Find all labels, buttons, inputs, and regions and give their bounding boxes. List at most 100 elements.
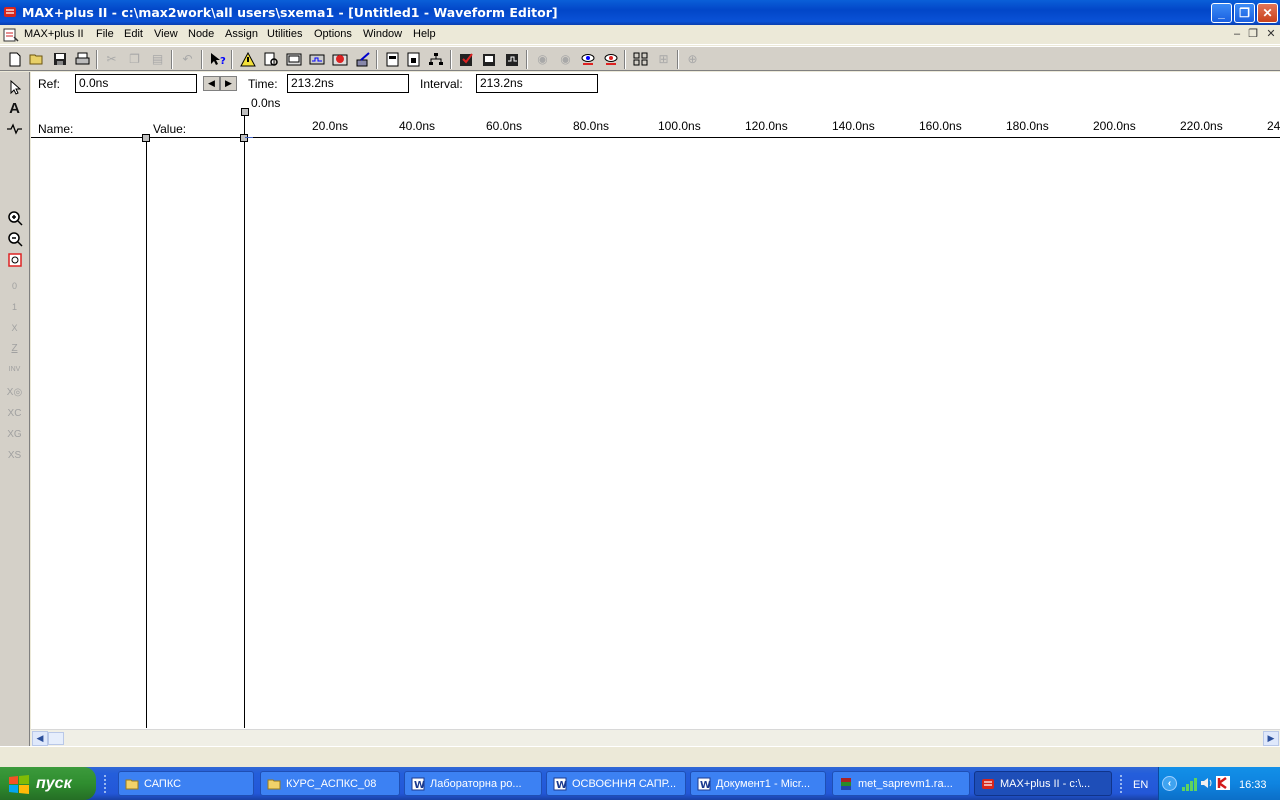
scroll-thumb[interactable] [48,732,64,745]
time-field[interactable]: 213.2ns [287,74,409,93]
open-file-icon[interactable] [261,50,280,68]
overwrite-sequence-icon[interactable]: XS [4,446,25,465]
value-column-header: Value: [153,122,187,136]
task-button[interactable]: met_saprevm1.ra... [832,771,970,796]
hierarchy-up-icon[interactable] [238,50,257,68]
save-simulate-icon[interactable] [503,50,522,68]
minimize-button[interactable]: _ [1211,3,1232,23]
compiler-icon[interactable] [284,50,303,68]
timing-analyzer-icon[interactable] [330,50,349,68]
fit-in-window-icon[interactable] [4,250,25,269]
zoom-in-icon[interactable] [4,208,25,227]
text-tool-icon[interactable]: A [4,99,25,118]
mdi-minimize-button[interactable]: – [1230,28,1244,41]
time-tick-label: 160.0ns [919,119,962,133]
find-error-icon[interactable] [601,50,620,68]
task-button[interactable]: W Лабораторна ро... [404,771,542,796]
high-1-icon[interactable]: 1 [4,297,25,316]
save-check-icon[interactable] [457,50,476,68]
time-tick-label: 40.0ns [399,119,436,133]
floorplan-icon[interactable] [404,50,423,68]
zoom-out-icon[interactable] [4,229,25,248]
start-button[interactable]: пуск [0,767,96,800]
invert-icon[interactable]: INV [4,360,25,379]
overwrite-group-icon[interactable]: XG [4,425,25,444]
menu-utilities[interactable]: Utilities [267,28,302,40]
waveform-edit-icon[interactable] [4,120,25,139]
scroll-right-button[interactable]: ▶ [1263,731,1279,746]
save-compile-icon[interactable] [480,50,499,68]
maxplus-app-icon[interactable] [3,5,17,19]
document-icon[interactable] [3,28,19,42]
restore-button[interactable]: ❐ [1234,3,1255,23]
menu-edit[interactable]: Edit [124,28,143,40]
print-icon[interactable] [73,50,92,68]
title-bar[interactable]: MAX+plus II - c:\max2work\all users\sxem… [0,0,1280,25]
menu-window[interactable]: Window [363,28,402,40]
signal-strength-icon[interactable] [1181,776,1197,792]
clock[interactable]: 16:33 [1239,779,1267,791]
language-indicator[interactable]: EN [1133,779,1148,791]
cut-icon[interactable]: ✂ [102,50,121,68]
menu-maxplus[interactable]: MAX+plus II [24,28,84,40]
scroll-left-button[interactable]: ◀ [32,731,48,746]
volume-icon[interactable] [1199,776,1213,790]
copy-icon[interactable]: ❐ [125,50,144,68]
open-icon[interactable] [27,50,46,68]
name-column-handle[interactable] [142,134,150,142]
menu-view[interactable]: View [154,28,178,40]
task-label: MAX+plus II - c:\... [1000,777,1091,790]
selection-tool-icon[interactable] [4,78,25,97]
menu-options[interactable]: Options [314,28,352,40]
value-column-handle[interactable] [240,134,248,142]
undo-icon[interactable]: ↶ [178,50,197,68]
toolbar-separator [231,50,233,69]
menu-assign[interactable]: Assign [225,28,258,40]
mdi-restore-button[interactable]: ❐ [1246,28,1260,41]
time-cursor-line[interactable] [244,116,245,728]
next-transition-button[interactable]: ▶ [220,76,237,91]
menu-file[interactable]: File [96,28,114,40]
new-icon[interactable] [5,50,24,68]
waveform-editor[interactable]: Ref: 0.0ns ◀ ▶ Time: 213.2ns Interval: 2… [31,72,1280,746]
status-bar [0,746,1280,767]
close-button[interactable]: ✕ [1257,3,1278,23]
maxplus-icon [982,778,994,789]
save-icon[interactable] [50,50,69,68]
high-impedance-z-icon[interactable]: Z [4,339,25,358]
task-button[interactable]: W Документ1 - Micr... [690,771,826,796]
antivirus-icon[interactable] [1215,775,1231,791]
task-button[interactable]: W ОСВОЄННЯ САПР... [546,771,686,796]
project-icon[interactable] [383,50,402,68]
menu-help[interactable]: Help [413,28,436,40]
simulator-icon[interactable] [307,50,326,68]
task-label: САПКС [144,777,182,790]
low-0-icon[interactable]: 0 [4,276,25,295]
time-cursor-handle[interactable] [241,108,249,116]
dont-care-x-icon[interactable]: X [4,318,25,337]
task-button-active[interactable]: MAX+plus II - c:\... [974,771,1112,796]
task-button[interactable]: САПКС [118,771,254,796]
prev-transition-button[interactable]: ◀ [203,76,220,91]
view-grid-icon[interactable] [631,50,650,68]
show-hidden-icons-button[interactable]: ‹ [1162,776,1177,791]
view-ungrid-icon[interactable]: ⊞ [654,50,673,68]
programmer-icon[interactable] [353,50,372,68]
help-cursor-icon[interactable]: ? [208,50,227,68]
ref-field[interactable]: 0.0ns [75,74,197,93]
menu-node[interactable]: Node [188,28,214,40]
horizontal-scrollbar[interactable]: ◀ ▶ [31,729,1280,746]
task-button[interactable]: КУРС_АСПКС_08 [260,771,400,796]
find-source-icon[interactable] [578,50,597,68]
mdi-close-button[interactable]: ✕ [1264,28,1278,41]
find-node-icon[interactable]: ◉ [533,50,552,68]
paste-icon[interactable]: ▤ [148,50,167,68]
overwrite-clock-icon[interactable]: X◎ [4,383,25,402]
interval-field[interactable]: 213.2ns [476,74,598,93]
name-value-divider[interactable] [146,138,147,728]
arrow-left-icon: ◀ [36,733,44,743]
zoom-fit-icon[interactable]: ⊕ [683,50,702,68]
overwrite-count-icon[interactable]: XC [4,404,25,423]
find-next-icon[interactable]: ◉ [556,50,575,68]
hierarchy-icon[interactable] [426,50,445,68]
